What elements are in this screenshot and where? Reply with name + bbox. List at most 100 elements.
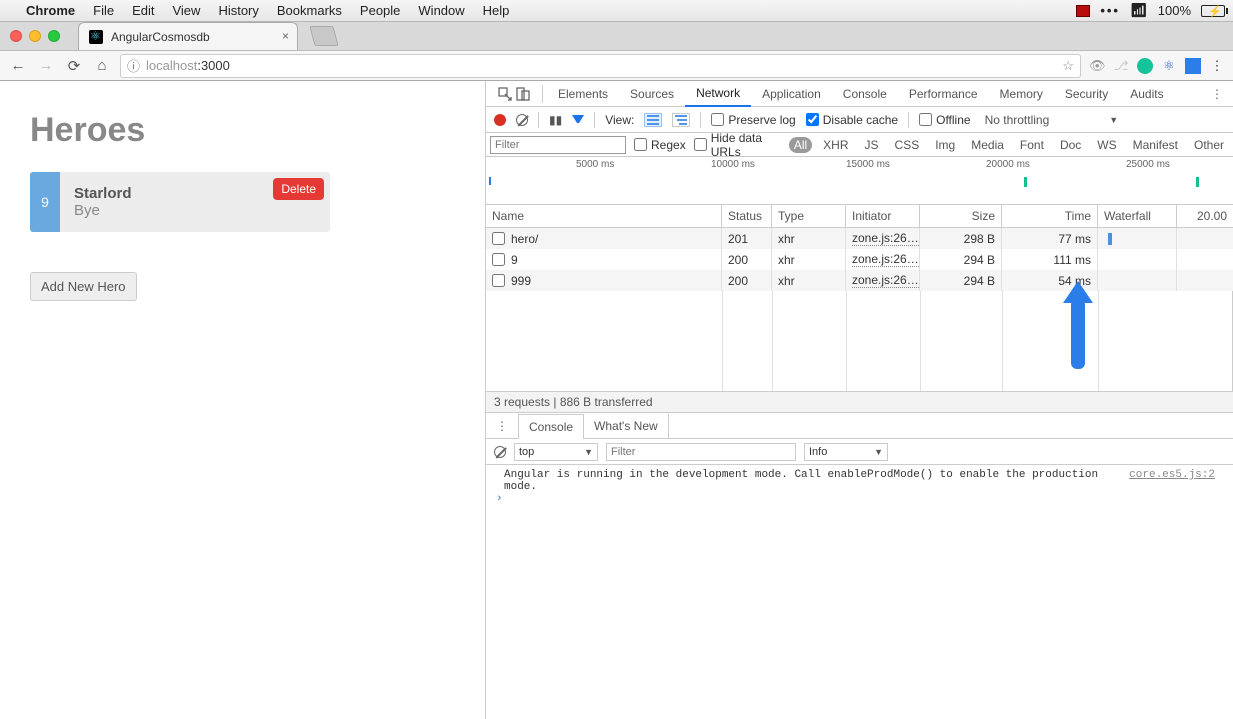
table-row[interactable]: hero/201xhrzone.js:26…298 B77 ms: [486, 228, 1233, 249]
extension-badge-icon[interactable]: [1185, 58, 1201, 74]
close-window-icon[interactable]: [10, 30, 22, 42]
table-row[interactable]: 9200xhrzone.js:26…294 B111 ms: [486, 249, 1233, 270]
menu-extra-icon[interactable]: •••: [1100, 3, 1120, 18]
console-prompt-icon[interactable]: ›: [486, 493, 1233, 505]
clear-button[interactable]: [516, 114, 528, 126]
inspect-element-icon[interactable]: [498, 87, 512, 101]
filter-media[interactable]: Media: [966, 137, 1009, 153]
extension-git-icon[interactable]: ⎇: [1113, 58, 1129, 74]
preserve-log-checkbox[interactable]: Preserve log: [711, 113, 795, 127]
recording-indicator-icon[interactable]: [1076, 5, 1090, 17]
regex-checkbox[interactable]: Regex: [634, 138, 686, 152]
filter-font[interactable]: Font: [1015, 137, 1049, 153]
tab-audits[interactable]: Audits: [1119, 82, 1174, 106]
console-context-select[interactable]: top▼: [514, 443, 598, 461]
chrome-menu-icon[interactable]: ⋮: [1209, 58, 1225, 74]
filter-ws[interactable]: WS: [1092, 137, 1121, 153]
col-status[interactable]: Status: [722, 205, 772, 227]
record-button[interactable]: [494, 114, 506, 126]
filter-input[interactable]: [490, 136, 626, 154]
window-controls[interactable]: [10, 30, 60, 42]
col-size[interactable]: Size: [920, 205, 1002, 227]
filter-other[interactable]: Other: [1189, 137, 1229, 153]
offline-checkbox[interactable]: Offline: [919, 113, 970, 127]
menubar-app[interactable]: Chrome: [26, 3, 75, 18]
drawer-tab-console[interactable]: Console: [518, 414, 584, 439]
filter-xhr[interactable]: XHR: [818, 137, 853, 153]
tab-application[interactable]: Application: [751, 82, 832, 106]
hide-data-urls-checkbox[interactable]: Hide data URLs: [694, 131, 781, 159]
extension-grammarly-icon[interactable]: [1137, 58, 1153, 74]
row-checkbox[interactable]: [492, 253, 505, 266]
overview-tick: 25000 ms: [1126, 159, 1170, 170]
tab-elements[interactable]: Elements: [547, 82, 619, 106]
reload-button[interactable]: ⟳: [64, 57, 84, 75]
col-type[interactable]: Type: [772, 205, 846, 227]
console-clear-icon[interactable]: [494, 446, 506, 458]
filter-img[interactable]: Img: [930, 137, 960, 153]
home-button[interactable]: ⌂: [92, 57, 112, 74]
extension-eye-icon[interactable]: 👁: [1089, 58, 1105, 74]
tab-network[interactable]: Network: [685, 81, 751, 107]
tab-console[interactable]: Console: [832, 82, 898, 106]
throttle-select[interactable]: No throttling▼: [985, 113, 1119, 127]
filter-doc[interactable]: Doc: [1055, 137, 1086, 153]
drawer-tabs: ⋮ Console What's New: [486, 413, 1233, 439]
tab-security[interactable]: Security: [1054, 82, 1119, 106]
menu-view[interactable]: View: [172, 3, 200, 18]
filter-all[interactable]: All: [789, 137, 812, 153]
delete-button[interactable]: Delete: [273, 178, 324, 200]
network-overview[interactable]: 5000 ms 10000 ms 15000 ms 20000 ms 25000…: [486, 157, 1233, 205]
col-initiator[interactable]: Initiator: [846, 205, 920, 227]
extension-react-icon[interactable]: ⚛: [1161, 58, 1177, 74]
menu-help[interactable]: Help: [483, 3, 510, 18]
menu-people[interactable]: People: [360, 3, 400, 18]
back-button[interactable]: ←: [8, 57, 28, 74]
add-hero-button[interactable]: Add New Hero: [30, 272, 137, 301]
device-toggle-icon[interactable]: [516, 87, 530, 101]
filter-toggle-icon[interactable]: [572, 115, 584, 125]
drawer-menu-icon[interactable]: ⋮: [486, 419, 518, 433]
screenshot-icon[interactable]: ▮▮: [549, 113, 562, 127]
console-source-link[interactable]: core.es5.js:2: [1129, 469, 1215, 493]
view-frame-icon[interactable]: [672, 113, 690, 127]
row-checkbox[interactable]: [492, 274, 505, 287]
col-waterfall[interactable]: Waterfall: [1098, 205, 1177, 227]
table-row[interactable]: 999200xhrzone.js:26…294 B54 ms: [486, 270, 1233, 291]
disable-cache-checkbox[interactable]: Disable cache: [806, 113, 898, 127]
request-initiator-link[interactable]: zone.js:26…: [852, 252, 919, 267]
battery-icon[interactable]: ⚡: [1201, 5, 1225, 17]
wifi-icon[interactable]: 📶︎: [1130, 2, 1148, 19]
request-initiator-link[interactable]: zone.js:26…: [852, 231, 919, 246]
tab-close-icon[interactable]: ×: [282, 29, 289, 43]
col-name[interactable]: Name: [486, 205, 722, 227]
filter-js[interactable]: JS: [860, 137, 884, 153]
menu-history[interactable]: History: [218, 3, 258, 18]
menu-edit[interactable]: Edit: [132, 3, 154, 18]
hero-card[interactable]: 9 Starlord Bye Delete: [30, 172, 330, 232]
view-list-icon[interactable]: [644, 113, 662, 127]
site-info-icon[interactable]: ⓘ: [127, 56, 140, 75]
maximize-window-icon[interactable]: [48, 30, 60, 42]
address-bar[interactable]: ⓘ localhost:3000 ☆: [120, 54, 1081, 78]
console-level-select[interactable]: Info▼: [804, 443, 888, 461]
row-checkbox[interactable]: [492, 232, 505, 245]
tab-memory[interactable]: Memory: [989, 82, 1054, 106]
browser-tab[interactable]: AngularCosmosdb ×: [78, 22, 298, 50]
bookmark-star-icon[interactable]: ☆: [1062, 58, 1074, 74]
request-initiator-link[interactable]: zone.js:26…: [852, 273, 919, 288]
filter-manifest[interactable]: Manifest: [1128, 137, 1183, 153]
menu-bookmarks[interactable]: Bookmarks: [277, 3, 342, 18]
tab-performance[interactable]: Performance: [898, 82, 989, 106]
menu-file[interactable]: File: [93, 3, 114, 18]
console-filter-input[interactable]: [606, 443, 796, 461]
minimize-window-icon[interactable]: [29, 30, 41, 42]
drawer-tab-whatsnew[interactable]: What's New: [584, 414, 669, 438]
request-status: 201: [722, 228, 772, 249]
col-time[interactable]: Time: [1002, 205, 1098, 227]
tab-sources[interactable]: Sources: [619, 82, 685, 106]
filter-css[interactable]: CSS: [890, 137, 925, 153]
new-tab-button[interactable]: [309, 26, 338, 46]
devtools-menu-icon[interactable]: ⋮: [1201, 87, 1233, 101]
menu-window[interactable]: Window: [418, 3, 464, 18]
